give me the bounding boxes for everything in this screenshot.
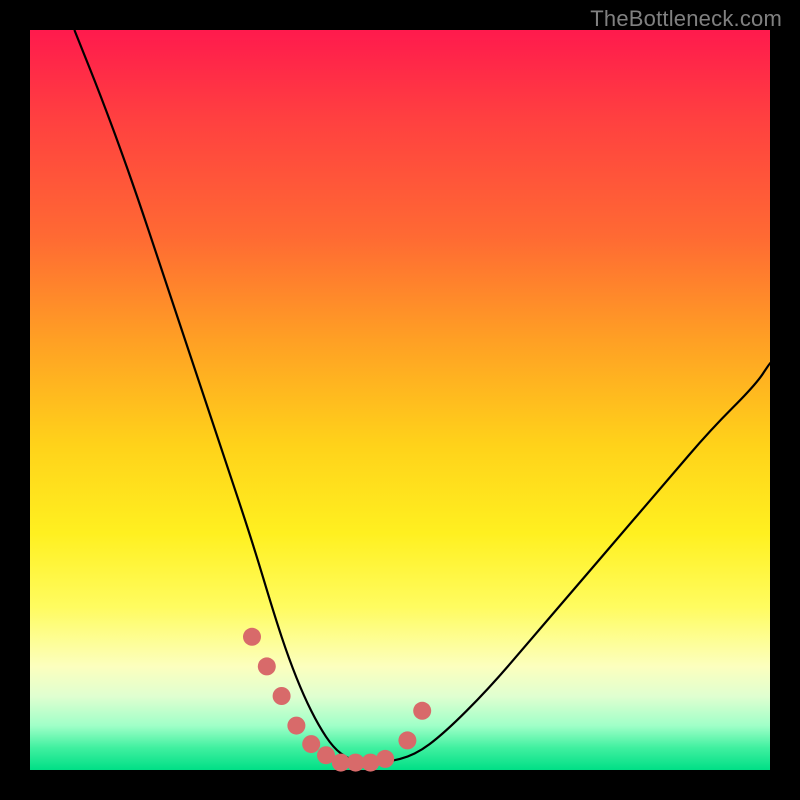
bottleneck-curve [74, 30, 770, 763]
plot-area [30, 30, 770, 770]
highlight-dot [398, 731, 416, 749]
bottleneck-curve-path [74, 30, 770, 763]
highlight-dot [376, 750, 394, 768]
highlight-dot [302, 735, 320, 753]
watermark-text: TheBottleneck.com [590, 6, 782, 32]
highlight-dot [243, 628, 261, 646]
highlight-dot [273, 687, 291, 705]
highlight-dot [413, 702, 431, 720]
outer-frame: TheBottleneck.com [0, 0, 800, 800]
highlight-dot [287, 717, 305, 735]
chart-svg [30, 30, 770, 770]
highlight-dot [258, 657, 276, 675]
